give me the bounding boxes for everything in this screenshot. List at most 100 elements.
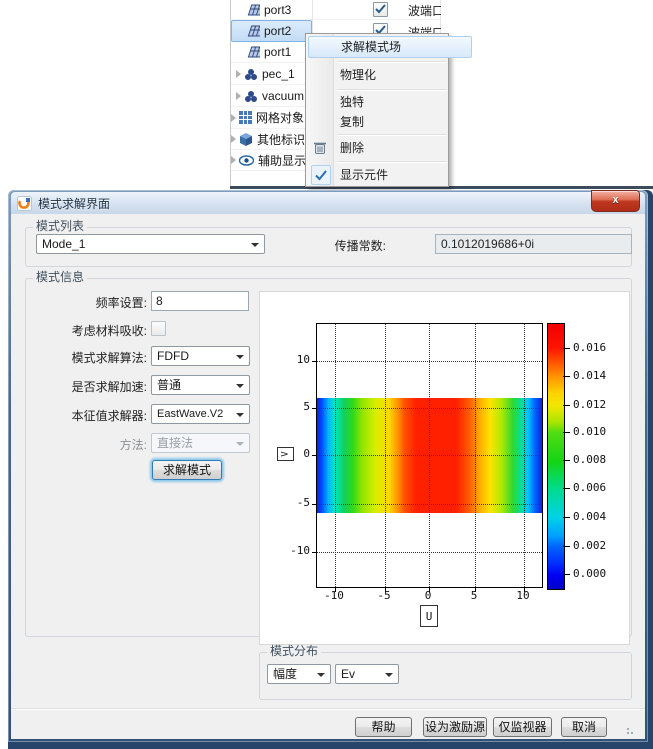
waveport-icon bbox=[244, 4, 260, 16]
freq-label: 频率设置: bbox=[17, 294, 147, 311]
waveport-icon bbox=[244, 25, 260, 37]
waveport-icon bbox=[244, 46, 260, 58]
colorbar-label: 0.014 bbox=[573, 369, 606, 382]
chevron-down-icon bbox=[236, 384, 244, 388]
accel-combo[interactable]: 普通 bbox=[151, 375, 250, 395]
colorbar-label: 0.002 bbox=[573, 539, 606, 552]
mode-solver-dialog: 模式求解界面 x 模式列表 Mode_1 传播常数: 0.1012019686+… bbox=[8, 190, 648, 742]
colorbar-tick bbox=[563, 574, 570, 575]
chevron-down-icon bbox=[385, 673, 393, 677]
colorbar-tick bbox=[563, 546, 570, 547]
colorbar-label: 0.008 bbox=[573, 453, 606, 466]
dist-field-value: Ev bbox=[341, 667, 355, 681]
y-tick-label: -10 bbox=[278, 544, 310, 557]
expand-arrow-icon[interactable] bbox=[231, 156, 236, 164]
expand-arrow-icon[interactable] bbox=[236, 70, 241, 78]
accel-label: 是否求解加速: bbox=[17, 378, 147, 395]
method-combo: 直接法 bbox=[151, 433, 250, 453]
accel-combo-value: 普通 bbox=[157, 378, 181, 392]
chevron-down-icon bbox=[317, 673, 325, 677]
material-cluster-icon bbox=[244, 68, 258, 80]
gridline-h bbox=[317, 504, 542, 506]
colorbar-label: 0.004 bbox=[573, 510, 606, 523]
x-tick-label: -5 bbox=[369, 589, 399, 602]
tree-item-label: vacuum bbox=[262, 89, 304, 103]
tree-item-port2-selected[interactable]: port2 bbox=[231, 20, 312, 42]
method-label: 方法: bbox=[17, 436, 147, 453]
mode-select-combo[interactable]: Mode_1 bbox=[36, 234, 265, 254]
gridline-h bbox=[317, 408, 542, 410]
algo-combo[interactable]: FDFD bbox=[151, 346, 250, 366]
tree-item-label: 辅助显示 bbox=[258, 152, 306, 169]
dist-type-combo[interactable]: 幅度 bbox=[267, 664, 331, 684]
help-button[interactable]: 帮助 bbox=[355, 717, 412, 737]
colorbar bbox=[547, 323, 565, 590]
menu-item-solve-mode-field[interactable]: 求解模式场 bbox=[308, 36, 472, 58]
eigen-combo[interactable]: EastWave.V2 bbox=[151, 404, 250, 424]
expand-arrow-icon[interactable] bbox=[236, 92, 241, 100]
x-tick-label: 0 bbox=[413, 589, 443, 602]
port3-checkbox[interactable] bbox=[373, 2, 388, 17]
tree-item-label: port1 bbox=[264, 45, 291, 59]
colorbar-tick bbox=[563, 488, 570, 489]
cancel-button[interactable]: 取消 bbox=[561, 717, 607, 737]
x-tick-label: 5 bbox=[459, 589, 489, 602]
freq-input[interactable]: 8 bbox=[151, 291, 249, 311]
tree-item-label: pec_1 bbox=[262, 67, 295, 81]
gridline-h bbox=[317, 552, 542, 554]
chevron-down-icon bbox=[236, 442, 244, 446]
check-icon bbox=[311, 165, 331, 185]
dist-type-value: 幅度 bbox=[273, 667, 297, 681]
chevron-down-icon bbox=[236, 355, 244, 359]
mode-info-group-title: 模式信息 bbox=[33, 271, 87, 284]
solve-mode-button[interactable]: 求解模式 bbox=[152, 460, 222, 480]
bottom-separator bbox=[11, 708, 645, 710]
resize-grip[interactable] bbox=[626, 727, 636, 737]
tree-item-label: 其他标识 bbox=[257, 131, 305, 148]
y-axis-label: V bbox=[280, 451, 290, 456]
colorbar-label: 0.006 bbox=[573, 481, 606, 494]
algo-label: 模式求解算法: bbox=[17, 349, 147, 366]
mode-list-group-title: 模式列表 bbox=[33, 220, 87, 233]
y-tick bbox=[312, 408, 317, 409]
colorbar-tick bbox=[563, 517, 570, 518]
monitor-only-button[interactable]: 仅监视器 bbox=[493, 717, 552, 737]
menu-separator bbox=[337, 61, 447, 63]
material-cluster-icon bbox=[244, 90, 258, 102]
expand-arrow-icon[interactable] bbox=[231, 114, 236, 122]
absorb-checkbox[interactable] bbox=[151, 321, 166, 336]
y-axis-label-box: V bbox=[277, 447, 294, 461]
mode-field-plot: 10 5 0 -5 -10 -10 -5 0 5 10 V U 0.016 0.… bbox=[259, 291, 630, 645]
y-tick-label: 5 bbox=[278, 400, 310, 413]
menu-item-show-element[interactable]: 显示元件 bbox=[336, 165, 448, 185]
mesh-grid-icon bbox=[239, 111, 252, 124]
x-axis-label-box: U bbox=[420, 605, 438, 627]
set-source-button[interactable]: 设为激励源 bbox=[423, 717, 487, 737]
y-tick-label: -5 bbox=[278, 496, 310, 509]
y-tick-label: 10 bbox=[278, 353, 310, 366]
x-tick-label: -10 bbox=[319, 589, 349, 602]
dist-field-combo[interactable]: Ev bbox=[335, 664, 399, 684]
colorbar-label: 0.010 bbox=[573, 425, 606, 438]
menu-separator bbox=[337, 89, 447, 91]
eigen-combo-value: EastWave.V2 bbox=[157, 408, 223, 420]
close-button[interactable]: x bbox=[591, 190, 640, 212]
menu-separator bbox=[337, 134, 447, 136]
menu-item-unique[interactable]: 独特 bbox=[336, 92, 448, 112]
tree-item-label: 网格对象 bbox=[256, 109, 304, 126]
mode-dist-group-title: 模式分布 bbox=[267, 645, 321, 658]
dialog-title: 模式求解界面 bbox=[38, 195, 110, 212]
propagation-label: 传播常数: bbox=[308, 237, 386, 254]
menu-item-delete[interactable]: 删除 bbox=[336, 138, 448, 158]
colorbar-label: 0.016 bbox=[573, 341, 606, 354]
tree-item-label: port2 bbox=[264, 24, 291, 38]
colorbar-tick bbox=[563, 432, 570, 433]
dialog-titlebar[interactable]: 模式求解界面 bbox=[11, 192, 645, 214]
expand-arrow-icon[interactable] bbox=[231, 135, 236, 143]
menu-item-physicalize[interactable]: 物理化 bbox=[336, 65, 448, 85]
eastwave-logo-icon bbox=[17, 196, 32, 211]
menu-item-copy[interactable]: 复制 bbox=[336, 112, 448, 132]
context-menu: 求解模式场 物理化 独特 复制 删除 显示元件 bbox=[305, 33, 449, 187]
eye-icon bbox=[239, 155, 254, 166]
y-tick bbox=[312, 455, 317, 456]
